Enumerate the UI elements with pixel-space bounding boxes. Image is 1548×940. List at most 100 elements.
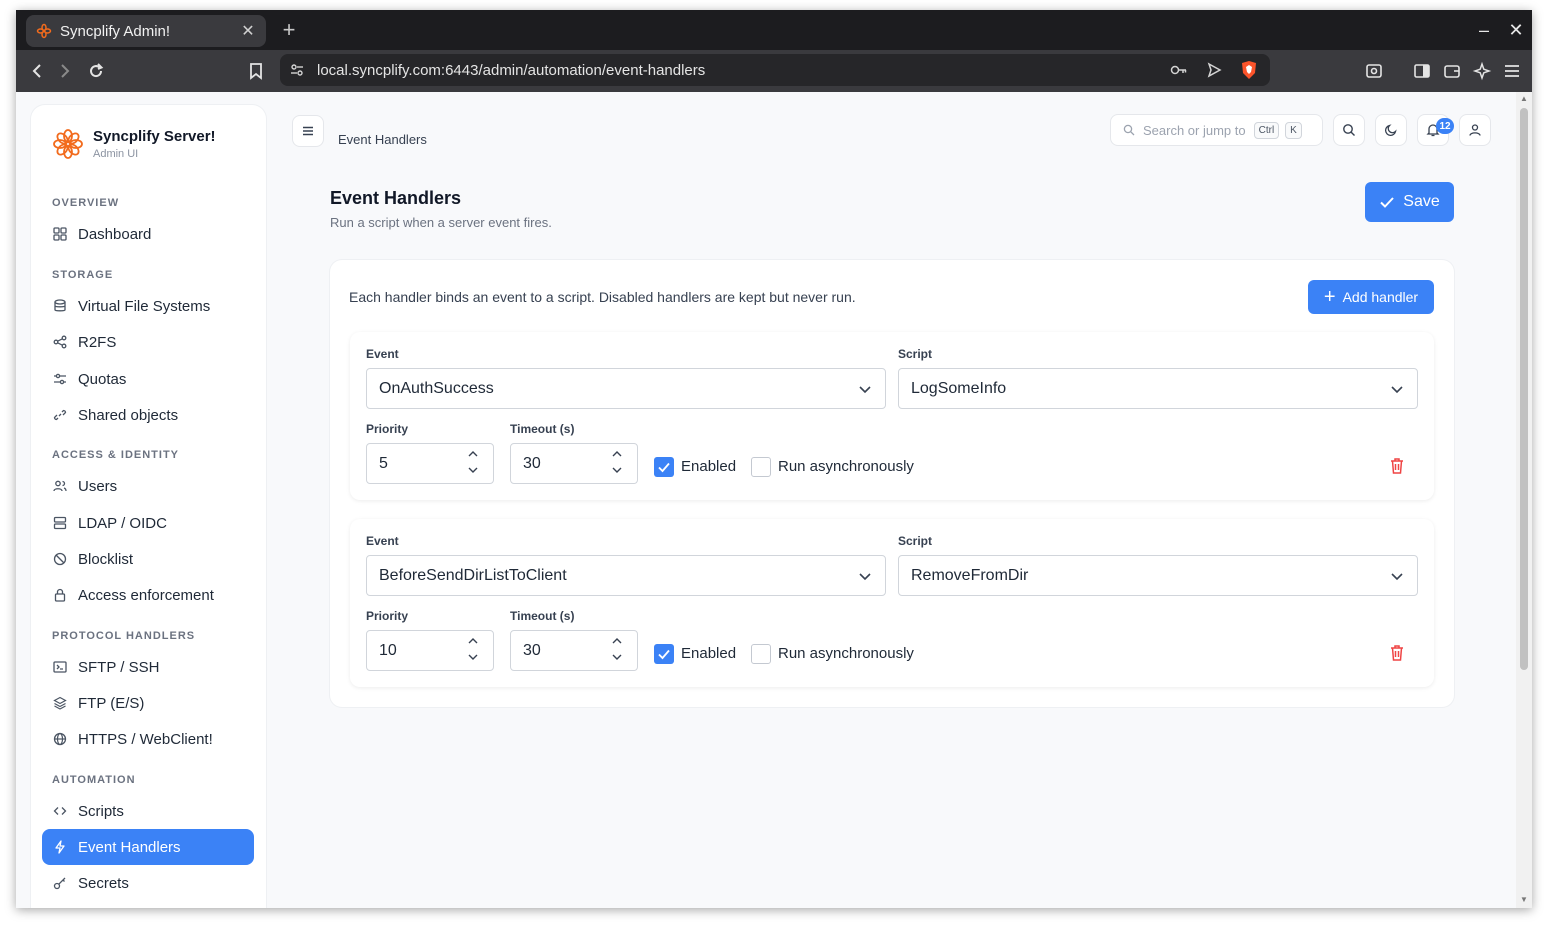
script-label: Script [898, 534, 933, 548]
sidebar-item-scripts[interactable]: Scripts [42, 793, 254, 829]
page-scrollbar[interactable]: ▲ ▼ [1516, 92, 1532, 908]
section-storage: STORAGE [52, 269, 114, 281]
user-menu-button[interactable] [1459, 114, 1491, 146]
theme-toggle-button[interactable] [1375, 114, 1407, 146]
chevron-down-icon[interactable] [467, 464, 479, 476]
chevron-up-icon[interactable] [611, 635, 623, 647]
sidebar-item-label: Shared objects [78, 406, 179, 424]
timeout-input[interactable]: 30 [510, 630, 638, 671]
sidebar-item-r2fs[interactable]: R2FS [42, 324, 254, 360]
sidebar: Syncplify Server! Admin UI OVERVIEW Dash… [31, 105, 266, 908]
chevron-up-icon[interactable] [467, 448, 479, 460]
sidebar-item-label: Event Handlers [78, 838, 181, 856]
site-info-icon[interactable] [289, 62, 305, 78]
sidebar-item-label: Scripts [78, 802, 124, 820]
async-checkbox[interactable] [751, 457, 771, 477]
save-button[interactable]: Save [1365, 182, 1454, 222]
event-label: Event [366, 347, 399, 361]
back-icon[interactable] [24, 58, 50, 84]
screenshot-icon[interactable] [1361, 58, 1387, 84]
search-button[interactable] [1333, 114, 1365, 146]
menu-icon[interactable] [1499, 58, 1525, 84]
scroll-up-icon[interactable]: ▲ [1520, 95, 1528, 103]
enabled-label: Enabled [681, 458, 737, 475]
chevron-down-icon [859, 386, 871, 394]
trash-icon[interactable] [1387, 456, 1407, 476]
browser-window: Syncplify Admin! ✕ + – ✕ local.syncplify… [16, 10, 1532, 908]
check-icon [658, 462, 670, 473]
sidebar-item-label: Users [78, 477, 118, 495]
search-input[interactable]: Search or jump to Ctrl K [1110, 114, 1323, 146]
sidebar-toggle-button[interactable] [292, 115, 324, 147]
event-select[interactable]: OnAuthSuccess [366, 368, 886, 409]
script-select[interactable]: RemoveFromDir [898, 555, 1418, 596]
grid-icon [52, 226, 68, 242]
scroll-down-icon[interactable]: ▼ [1520, 896, 1528, 904]
sidebar-item-shared-objects[interactable]: Shared objects [42, 397, 254, 433]
async-label: Run asynchronously [778, 458, 914, 475]
user-icon [1469, 124, 1481, 136]
chevron-up-icon[interactable] [611, 448, 623, 460]
event-value: OnAuthSuccess [379, 379, 494, 397]
brave-shield-icon[interactable] [1240, 60, 1258, 80]
sidebar-item-https[interactable]: HTTPS / WebClient! [42, 721, 254, 757]
send-icon[interactable] [1206, 62, 1222, 78]
key-icon[interactable] [1170, 62, 1188, 78]
tab-close-icon[interactable]: ✕ [240, 21, 256, 41]
bookmark-icon[interactable] [243, 58, 269, 84]
enabled-checkbox[interactable] [654, 457, 674, 477]
reload-icon[interactable] [83, 58, 109, 84]
sidebar-item-dashboard[interactable]: Dashboard [42, 216, 254, 252]
sidebar-item-secrets[interactable]: Secrets [42, 865, 254, 901]
leo-ai-icon[interactable] [1469, 58, 1495, 84]
enabled-checkbox[interactable] [654, 644, 674, 664]
new-tab-icon[interactable]: + [278, 18, 300, 42]
brand[interactable]: Syncplify Server! Admin UI [51, 127, 216, 161]
chevron-down-icon[interactable] [467, 651, 479, 663]
sidebar-item-label: LDAP / OIDC [78, 514, 167, 532]
chevron-up-icon[interactable] [467, 635, 479, 647]
timeout-stepper[interactable] [611, 448, 623, 476]
sidebar-item-blocklist[interactable]: Blocklist [42, 541, 254, 577]
address-bar[interactable]: local.syncplify.com:6443/admin/automatio… [280, 54, 1270, 86]
sidebar-item-event-handlers[interactable]: Event Handlers [42, 829, 254, 865]
priority-stepper[interactable] [467, 635, 479, 663]
chevron-down-icon[interactable] [611, 464, 623, 476]
wallet-icon[interactable] [1439, 58, 1465, 84]
priority-input[interactable]: 5 [366, 443, 494, 484]
sidebar-toggle-icon[interactable] [1409, 58, 1435, 84]
browser-tab[interactable]: Syncplify Admin! ✕ [26, 15, 266, 47]
forward-icon[interactable] [52, 58, 78, 84]
sidebar-item-access-enforcement[interactable]: Access enforcement [42, 577, 254, 613]
priority-stepper[interactable] [467, 448, 479, 476]
sidebar-item-ftp[interactable]: FTP (E/S) [42, 685, 254, 721]
priority-input[interactable]: 10 [366, 630, 494, 671]
sidebar-item-vfs[interactable]: Virtual File Systems [42, 288, 254, 324]
minimize-icon[interactable]: – [1474, 18, 1494, 42]
add-handler-button[interactable]: + Add handler [1308, 280, 1434, 314]
scroll-thumb[interactable] [1520, 108, 1528, 670]
timeout-stepper[interactable] [611, 635, 623, 663]
close-window-icon[interactable]: ✕ [1506, 18, 1526, 42]
save-label: Save [1403, 193, 1440, 210]
trash-icon[interactable] [1387, 643, 1407, 663]
sidebar-item-ldap[interactable]: LDAP / OIDC [42, 505, 254, 541]
sidebar-item-users[interactable]: Users [42, 468, 254, 504]
sidebar-item-quotas[interactable]: Quotas [42, 361, 254, 397]
chevron-down-icon[interactable] [611, 651, 623, 663]
sidebar-item-sftp[interactable]: SFTP / SSH [42, 649, 254, 685]
event-label: Event [366, 534, 399, 548]
sidebar-item-label: Dashboard [78, 225, 152, 243]
page-title: Event Handlers [330, 188, 462, 208]
handler-row: Event BeforeSendDirListToClient Script R… [350, 519, 1434, 687]
section-protocol: PROTOCOL HANDLERS [52, 630, 196, 642]
event-select[interactable]: BeforeSendDirListToClient [366, 555, 886, 596]
script-select[interactable]: LogSomeInfo [898, 368, 1418, 409]
priority-value: 5 [379, 454, 388, 472]
layers-icon [52, 695, 68, 711]
sidebar-item-label: Quotas [78, 370, 127, 388]
timeout-input[interactable]: 30 [510, 443, 638, 484]
script-value: RemoveFromDir [911, 566, 1029, 584]
async-checkbox[interactable] [751, 644, 771, 664]
users-icon [52, 478, 68, 494]
